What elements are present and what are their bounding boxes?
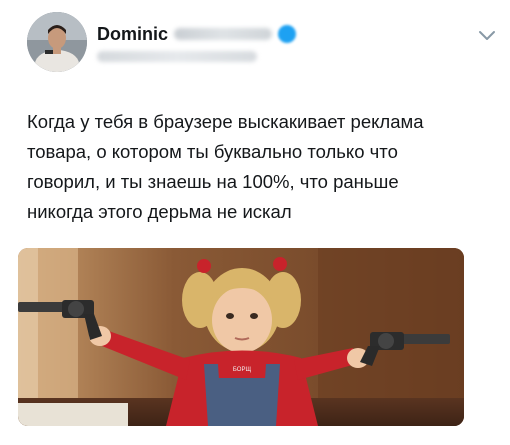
blurred-surname [174,28,273,40]
tweet-media-image[interactable]: БОРЩ [18,248,464,426]
avatar-photo [27,12,87,72]
meme-photo: БОРЩ [18,248,464,426]
dress-logo: БОРЩ [233,367,252,373]
tweet-text: Когда у тебя в браузере выскакивает рекл… [27,111,424,222]
tweet-card: Dominic Когда у тебя в браузере выскакив… [0,0,510,445]
verified-badge-icon [278,25,297,43]
author-name-row: Dominic [97,22,297,46]
chevron-down-icon[interactable] [478,30,496,42]
author-handle-row [97,51,257,62]
author-display-name[interactable]: Dominic [97,24,168,45]
blurred-handle [97,51,257,62]
avatar[interactable] [27,12,87,72]
